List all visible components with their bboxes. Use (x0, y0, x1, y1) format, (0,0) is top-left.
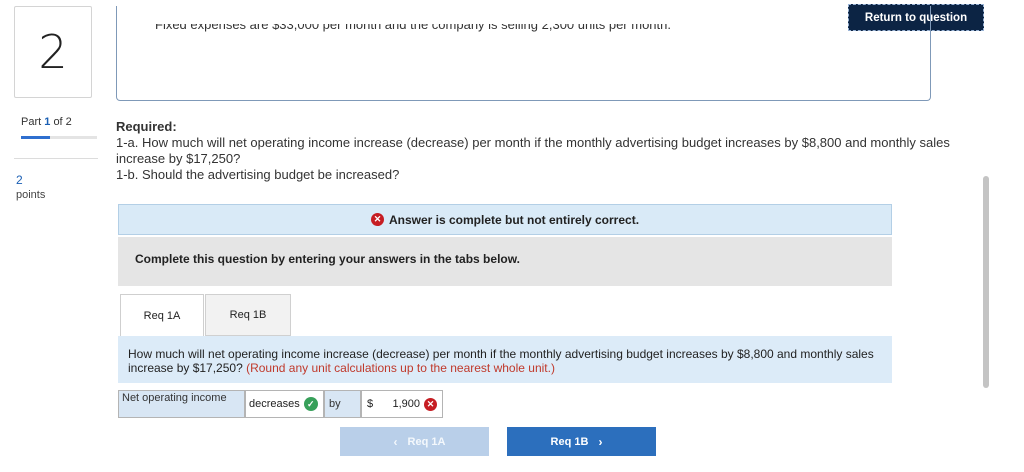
tab-req-1b[interactable]: Req 1B (205, 294, 291, 336)
part-current: 1 (44, 116, 51, 128)
change-direction-select[interactable]: decreases ✓ (245, 390, 324, 418)
tab-req-1a[interactable]: Req 1A (120, 294, 204, 336)
chevron-right-icon: › (598, 434, 603, 449)
required-line-1a: 1-a. How much will net operating income … (116, 135, 950, 166)
net-operating-income-label: Net operating income (118, 390, 245, 418)
chevron-left-icon: ‹ (393, 434, 398, 449)
points-label: points (16, 189, 46, 201)
x-circle-icon: ✕ (370, 213, 384, 226)
prev-tab-label: Req 1A (407, 435, 446, 448)
part-prefix: Part (21, 116, 42, 128)
sidebar-divider (14, 158, 98, 159)
question-prompt: How much will net operating income incre… (118, 336, 892, 383)
question-number: 2 (38, 25, 68, 79)
instruction-text: Complete this question by entering your … (135, 252, 520, 266)
next-tab-label: Req 1B (550, 435, 589, 448)
part-progress-fill (21, 136, 50, 139)
question-hint: (Round any unit calculations up to the n… (246, 361, 555, 375)
previous-content-text: Fixed expenses are $33,000 per month and… (155, 17, 671, 32)
required-heading: Required: (116, 119, 177, 134)
part-progress-bar (21, 136, 97, 139)
check-circle-icon: ✓ (303, 397, 318, 411)
previous-content-box: Fixed expenses are $33,000 per month and… (116, 6, 931, 101)
amount-value: 1,900 (392, 398, 420, 410)
required-line-1b: 1-b. Should the advertising budget be in… (116, 167, 400, 182)
instruction-panel: Complete this question by entering your … (118, 237, 892, 286)
part-indicator: Part 1 of 2 (21, 116, 72, 128)
answer-status-banner: ✕ Answer is complete but not entirely co… (118, 204, 892, 235)
change-direction-value: decreases (249, 398, 300, 410)
vertical-scrollbar[interactable] (983, 176, 989, 388)
amount-input[interactable]: $ 1,900 ✕ (361, 390, 443, 418)
next-tab-button[interactable]: Req 1B › (507, 427, 656, 456)
question-number-box: 2 (14, 6, 92, 98)
points-value: 2 (16, 173, 23, 187)
prev-tab-button: ‹ Req 1A (340, 427, 489, 456)
required-section: Required: 1-a. How much will net operati… (116, 119, 956, 183)
currency-symbol: $ (367, 398, 374, 410)
answer-status-text: Answer is complete but not entirely corr… (388, 212, 640, 227)
part-of: of 2 (53, 116, 72, 128)
by-label: by (324, 390, 361, 418)
x-circle-icon: ✕ (424, 397, 437, 411)
